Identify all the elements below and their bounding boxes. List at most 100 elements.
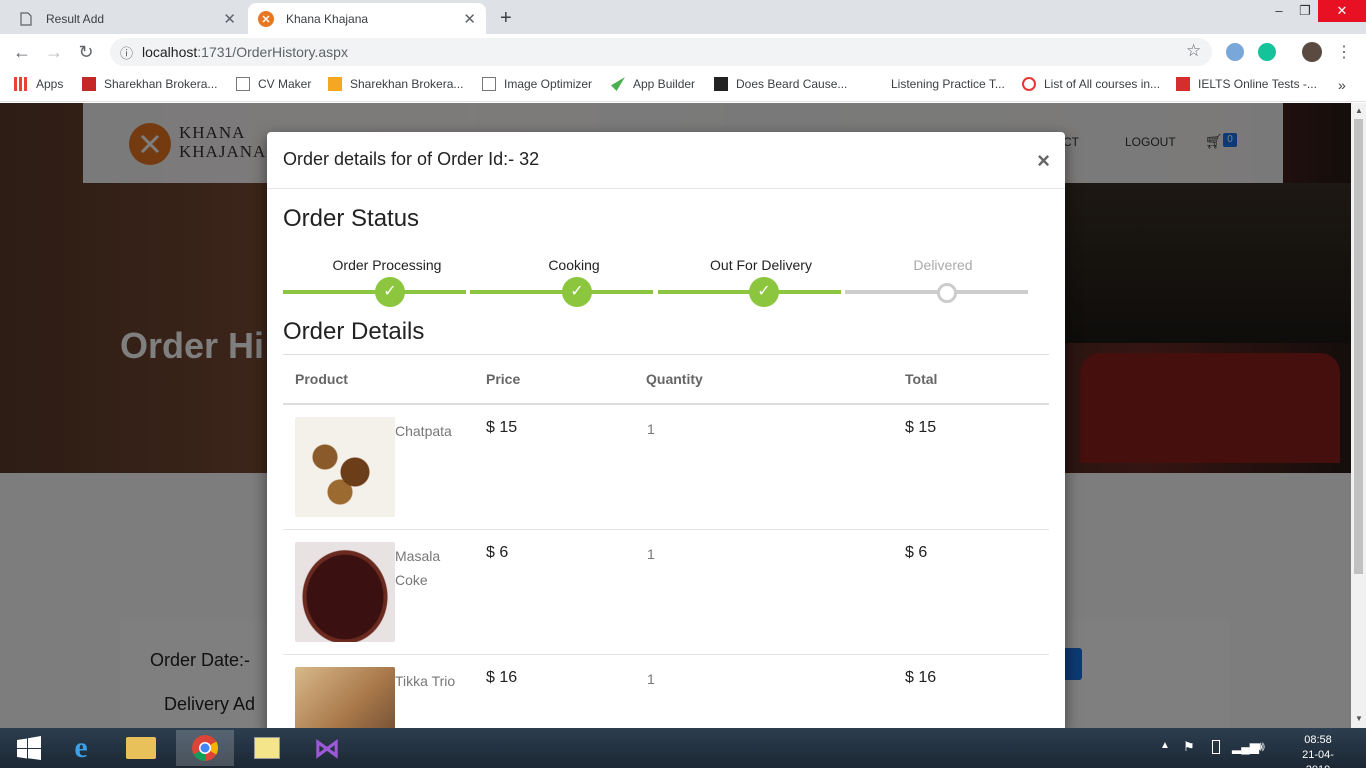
- bookmark-apps[interactable]: Apps: [14, 77, 63, 91]
- pending-circle-icon: [937, 283, 957, 303]
- battery-icon[interactable]: [1212, 740, 1220, 754]
- table-row: Chatpata $ 15 1 $ 15: [283, 405, 1049, 530]
- modal-close-button[interactable]: ×: [1037, 148, 1050, 174]
- scroll-up-icon[interactable]: ▲: [1355, 106, 1363, 115]
- modal-title: Order details for of Order Id:- 32: [283, 149, 540, 169]
- product-quantity: 1: [647, 546, 655, 562]
- volume-icon[interactable]: 🔊︎: [1256, 738, 1265, 755]
- grammarly-icon[interactable]: [1258, 43, 1276, 61]
- bookmark-courses[interactable]: List of All courses in...: [1022, 77, 1160, 91]
- info-icon[interactable]: ⓘ: [120, 43, 133, 62]
- bookmark-sharekhan-2[interactable]: Sharekhan Brokera...: [328, 77, 463, 91]
- product-image-tikka-trio: [295, 667, 395, 728]
- url-text: localhost:1731/OrderHistory.aspx: [142, 44, 348, 60]
- site-logo-icon: [258, 10, 274, 27]
- product-price: $ 6: [486, 544, 509, 561]
- site-icon: [1022, 77, 1036, 91]
- page-viewport: Order Hi KHANAKHAJANA CT LOGOUT 🛒︎ 0 Ord…: [0, 103, 1351, 728]
- check-icon: ✓: [562, 277, 592, 307]
- window-close-button[interactable]: ✕: [1318, 0, 1366, 22]
- product-total: $ 16: [905, 669, 937, 686]
- order-status-heading: Order Status: [283, 205, 420, 232]
- col-total: Total: [905, 371, 938, 387]
- product-total: $ 15: [905, 419, 937, 436]
- back-icon[interactable]: ←: [12, 42, 32, 62]
- apps-grid-icon: [14, 77, 28, 91]
- file-explorer-icon[interactable]: [112, 730, 170, 766]
- windows-start-icon[interactable]: [0, 730, 58, 766]
- sharekhan-icon: [82, 77, 96, 91]
- step-label-delivered: Delivered: [913, 257, 973, 273]
- col-product: Product: [295, 371, 348, 387]
- bookmark-star-icon[interactable]: ☆: [1186, 41, 1201, 61]
- tab-label: Khana Khajana: [286, 11, 369, 26]
- bookmark-sharekhan-1[interactable]: Sharekhan Brokera...: [82, 77, 217, 91]
- tab-label: Result Add: [46, 11, 105, 26]
- product-name: Chatpata: [395, 423, 452, 439]
- product-price: $ 16: [486, 669, 518, 686]
- sticky-notes-icon[interactable]: [238, 730, 296, 766]
- paper-plane-icon: [611, 77, 625, 91]
- bookmark-ielts[interactable]: IELTS Online Tests -...: [1176, 77, 1317, 91]
- clock[interactable]: 08:58 21-04-2019: [1290, 733, 1346, 778]
- step-label-cooking: Cooking: [548, 257, 600, 273]
- sharekhan-icon: [328, 77, 342, 91]
- product-price: $ 15: [486, 419, 518, 436]
- internet-explorer-icon[interactable]: e: [52, 730, 110, 766]
- items-table-header: Product Price Quantity Total: [283, 354, 1049, 405]
- page-icon: [236, 77, 250, 91]
- extension-icon[interactable]: [1226, 43, 1244, 61]
- product-total: $ 6: [905, 544, 928, 561]
- chrome-icon[interactable]: [176, 730, 234, 766]
- scroll-down-icon[interactable]: ▼: [1355, 714, 1363, 723]
- tray-expand-icon[interactable]: ▲: [1160, 740, 1170, 751]
- product-image-chatpata: [295, 417, 395, 517]
- browser-tab-strip: Result Add ✕ Khana Khajana ✕ + – ❐ ✕: [0, 0, 1366, 34]
- bookmarks-bar: Apps Sharekhan Brokera... CV Maker Share…: [0, 70, 1366, 102]
- modal-header: Order details for of Order Id:- 32 ×: [267, 132, 1065, 189]
- close-icon[interactable]: ✕: [223, 10, 236, 28]
- page-scrollbar[interactable]: ▲ ▼: [1351, 103, 1366, 728]
- step-label-out-for-delivery: Out For Delivery: [710, 257, 812, 273]
- check-icon: ✓: [375, 277, 405, 307]
- col-quantity: Quantity: [646, 371, 703, 387]
- visual-studio-icon[interactable]: ⋈: [298, 730, 356, 766]
- site-icon: [1176, 77, 1190, 91]
- site-icon: [714, 77, 728, 91]
- address-bar[interactable]: ⓘ localhost:1731/OrderHistory.aspx ☆: [110, 38, 1212, 66]
- signal-icon[interactable]: ▂▄▆: [1232, 740, 1259, 754]
- close-icon[interactable]: ✕: [463, 10, 476, 28]
- product-name: Tikka Trio: [395, 673, 456, 689]
- product-image-masala-coke: [295, 542, 395, 642]
- windows-taskbar: e ⋈ ▲ ⚑ ▂▄▆ 🔊︎ 08:58 21-04-2019: [0, 728, 1366, 776]
- more-bookmarks-icon[interactable]: »: [1338, 77, 1346, 93]
- table-row: Masala Coke $ 6 1 $ 6: [283, 530, 1049, 655]
- table-row: Tikka Trio $ 16 1 $ 16: [283, 655, 1049, 728]
- product-name: Masala Coke: [395, 548, 441, 588]
- order-details-modal: Order details for of Order Id:- 32 × Ord…: [267, 132, 1065, 728]
- flag-icon[interactable]: ⚑: [1183, 739, 1195, 755]
- tab-khana-khajana[interactable]: Khana Khajana ✕: [248, 3, 486, 34]
- scrollbar-thumb[interactable]: [1354, 119, 1363, 574]
- bookmark-cv-maker[interactable]: CV Maker: [236, 77, 311, 91]
- browser-toolbar: ← → ↻ ⓘ localhost:1731/OrderHistory.aspx…: [0, 34, 1366, 70]
- new-tab-button[interactable]: +: [500, 7, 512, 30]
- check-icon: ✓: [749, 277, 779, 307]
- product-quantity: 1: [647, 671, 655, 687]
- col-price: Price: [486, 371, 521, 387]
- bookmark-app-builder[interactable]: App Builder: [611, 77, 695, 91]
- bookmark-image-optimizer[interactable]: Image Optimizer: [482, 77, 592, 91]
- bookmark-beard[interactable]: Does Beard Cause...: [714, 77, 847, 91]
- profile-avatar[interactable]: [1302, 42, 1322, 62]
- product-quantity: 1: [647, 421, 655, 437]
- page-icon: [482, 77, 496, 91]
- tab-result-add[interactable]: Result Add ✕: [8, 3, 246, 34]
- forward-icon[interactable]: →: [44, 42, 64, 62]
- order-details-heading: Order Details: [283, 318, 425, 345]
- reload-icon[interactable]: ↻: [76, 42, 96, 62]
- step-label-processing: Order Processing: [332, 257, 442, 273]
- menu-kebab-icon[interactable]: ⋮: [1336, 42, 1352, 62]
- bookmark-listening[interactable]: Listening Practice T...: [891, 77, 1005, 91]
- restore-button[interactable]: ❐: [1288, 0, 1322, 22]
- page-icon: [18, 11, 34, 27]
